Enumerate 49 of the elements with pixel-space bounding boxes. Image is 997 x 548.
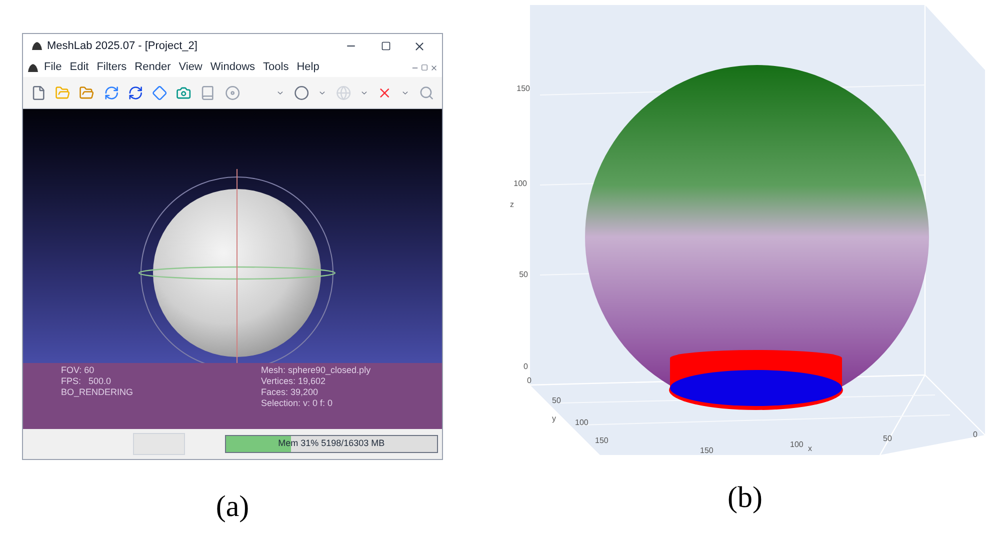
sphere-icon[interactable] <box>294 84 310 102</box>
menu-item[interactable]: View <box>176 59 206 76</box>
info-text: FOV: 60 <box>61 365 96 376</box>
axis-tick: 0 <box>527 376 532 385</box>
menu-item[interactable]: Windows <box>207 59 258 76</box>
figure-caption: (b) <box>728 481 762 515</box>
axis-tick: 50 <box>519 270 528 279</box>
figure-caption: (a) <box>216 490 250 524</box>
axis-label: z <box>510 200 514 209</box>
menu-item[interactable]: Render <box>132 59 174 76</box>
info-text: Mesh: sphere90_closed.ply <box>261 365 371 376</box>
menu-item[interactable]: Filters <box>94 59 130 76</box>
restore-icon[interactable] <box>421 64 428 71</box>
axis-tick: 50 <box>883 434 892 443</box>
menu-item[interactable]: File <box>41 59 65 76</box>
axis-tick: 100 <box>575 418 588 427</box>
menu-item[interactable]: Edit <box>66 59 92 76</box>
axis-tick: 150 <box>595 436 608 445</box>
close-icon[interactable] <box>430 64 438 72</box>
menu-item[interactable]: Tools <box>260 59 292 76</box>
axis-tick: 150 <box>700 446 714 455</box>
info-text: Selection: v: 0 f: 0 <box>261 398 334 409</box>
axis-label: x <box>808 444 812 453</box>
book-icon[interactable] <box>200 84 216 102</box>
close-icon[interactable] <box>413 40 426 52</box>
axis-tick: 50 <box>552 396 561 405</box>
logo-icon <box>31 41 43 51</box>
axis-tick: 100 <box>514 179 527 188</box>
axis-label: y <box>552 414 556 423</box>
window-title: MeshLab 2025.07 - [Project_2] <box>47 38 198 54</box>
axis-tick: 0 <box>973 430 978 439</box>
axis-tick: 150 <box>516 84 530 93</box>
folder-icon[interactable] <box>79 84 95 102</box>
search-icon[interactable] <box>418 84 434 102</box>
info-text: Vertices: 19,602 <box>261 376 327 387</box>
axis-tick: 100 <box>790 440 804 449</box>
axis-tick: 0 <box>524 362 528 371</box>
new-file-icon[interactable] <box>31 84 46 102</box>
info-text: Faces: 39,200 <box>261 387 320 398</box>
reload-icon[interactable] <box>128 84 144 102</box>
diamond-icon[interactable] <box>152 84 168 102</box>
disc-icon[interactable] <box>224 84 240 102</box>
status-panel <box>133 433 185 455</box>
logo-icon <box>27 62 39 72</box>
info-text: FPS: 500.0 <box>61 376 112 387</box>
menu-item[interactable]: Help <box>294 59 322 76</box>
reload-icon[interactable] <box>104 84 119 102</box>
info-text: BO_RENDERING <box>61 387 134 398</box>
maximize-icon[interactable] <box>381 41 391 51</box>
